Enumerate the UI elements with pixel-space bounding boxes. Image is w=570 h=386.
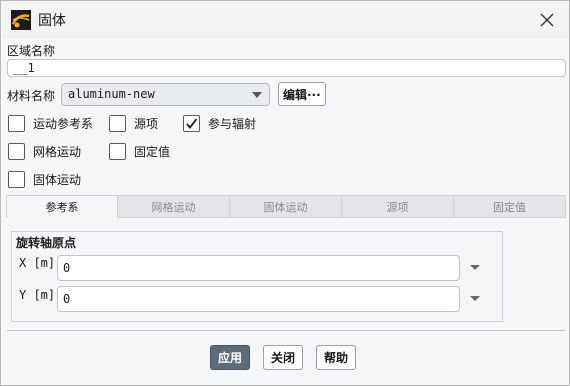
- tab-reference-frame[interactable]: 参考系: [6, 195, 118, 218]
- checkbox[interactable]: [109, 115, 126, 132]
- tab-solid-motion[interactable]: 固体运动: [230, 195, 342, 218]
- help-button[interactable]: 帮助: [316, 345, 357, 370]
- zone-name-input[interactable]: __1: [7, 59, 566, 77]
- x-dropdown-icon[interactable]: [470, 265, 480, 270]
- title-bar: 固体: [1, 1, 569, 38]
- checkbox[interactable]: [109, 143, 126, 160]
- edit-material-button[interactable]: 编辑···: [278, 82, 326, 106]
- option-label: 参与辐射: [208, 117, 257, 131]
- zone-name-label: 区域名称: [7, 44, 56, 58]
- tab-fixed-values[interactable]: 固定值: [454, 195, 566, 218]
- footer-divider: [7, 330, 565, 331]
- app-logo-icon: [11, 10, 31, 30]
- close-dialog-button[interactable]: 关闭: [263, 345, 304, 370]
- checkbox[interactable]: [8, 171, 25, 188]
- dialog-title: 固体: [38, 13, 66, 29]
- rotation-origin-title: 旋转轴原点: [16, 236, 77, 250]
- tab-source-terms[interactable]: 源项: [342, 195, 454, 218]
- option-source-terms[interactable]: 源项: [109, 115, 158, 132]
- apply-button[interactable]: 应用: [210, 345, 251, 370]
- y-dropdown-icon[interactable]: [470, 296, 480, 301]
- option-label: 源项: [134, 117, 159, 131]
- chevron-down-icon: [252, 92, 262, 98]
- option-participate-radiation[interactable]: 参与辐射: [183, 115, 256, 132]
- option-label: 固体运动: [33, 173, 82, 187]
- material-selected-value: aluminum-new: [68, 87, 155, 101]
- option-solid-motion[interactable]: 固体运动: [8, 171, 81, 188]
- y-label: Y [m]: [19, 288, 56, 302]
- checkmark-icon: [186, 118, 198, 129]
- close-icon: [540, 13, 554, 27]
- tab-bar: 参考系 网格运动 固体运动 源项 固定值: [6, 195, 566, 218]
- close-button[interactable]: [533, 6, 561, 34]
- checkbox[interactable]: [8, 143, 25, 160]
- tab-mesh-motion[interactable]: 网格运动: [118, 195, 230, 218]
- y-origin-input[interactable]: 0: [57, 286, 460, 312]
- option-fixed-values[interactable]: 固定值: [109, 143, 170, 160]
- option-label: 运动参考系: [33, 117, 94, 131]
- x-label: X [m]: [19, 256, 56, 270]
- option-moving-reference-frame[interactable]: 运动参考系: [8, 115, 93, 132]
- option-mesh-motion[interactable]: 网格运动: [8, 143, 81, 160]
- option-label: 固定值: [134, 145, 171, 159]
- solid-zone-dialog: 固体 区域名称 __1 材料名称 aluminum-new 编辑··· 运动参考…: [0, 0, 570, 386]
- material-select[interactable]: aluminum-new: [61, 83, 270, 106]
- checkbox-checked[interactable]: [183, 115, 200, 132]
- checkbox[interactable]: [8, 115, 25, 132]
- option-label: 网格运动: [33, 145, 82, 159]
- material-name-label: 材料名称: [7, 89, 56, 103]
- x-origin-input[interactable]: 0: [57, 255, 460, 281]
